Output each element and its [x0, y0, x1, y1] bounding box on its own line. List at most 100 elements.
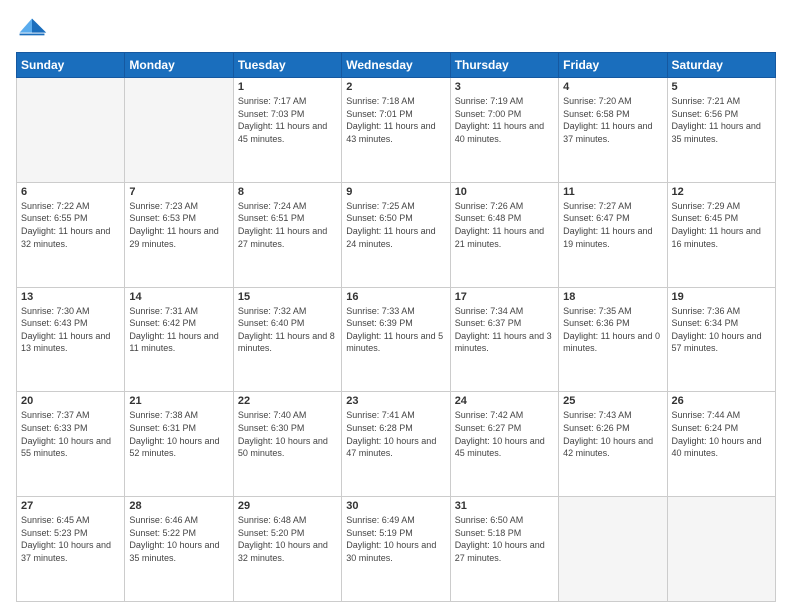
day-number: 17 [455, 291, 554, 303]
day-number: 21 [129, 395, 228, 407]
day-info: Sunrise: 7:18 AMSunset: 7:01 PMDaylight:… [346, 95, 445, 145]
day-number: 30 [346, 500, 445, 512]
calendar-cell: 8 Sunrise: 7:24 AMSunset: 6:51 PMDaylight… [233, 182, 341, 287]
calendar-cell: 28 Sunrise: 6:46 AMSunset: 5:22 PMDayligh… [125, 497, 233, 602]
day-info: Sunrise: 7:35 AMSunset: 6:36 PMDaylight:… [563, 305, 662, 355]
calendar-cell: 26 Sunrise: 7:44 AMSunset: 6:24 PMDayligh… [667, 392, 775, 497]
calendar-cell [125, 78, 233, 183]
day-number: 4 [563, 81, 662, 93]
day-number: 20 [21, 395, 120, 407]
day-number: 12 [672, 186, 771, 198]
week-row-3: 13 Sunrise: 7:30 AMSunset: 6:43 PMDayligh… [17, 287, 776, 392]
day-number: 8 [238, 186, 337, 198]
calendar-cell: 7 Sunrise: 7:23 AMSunset: 6:53 PMDaylight… [125, 182, 233, 287]
day-number: 5 [672, 81, 771, 93]
day-number: 19 [672, 291, 771, 303]
day-info: Sunrise: 7:32 AMSunset: 6:40 PMDaylight:… [238, 305, 337, 355]
day-number: 9 [346, 186, 445, 198]
day-number: 14 [129, 291, 228, 303]
calendar-cell: 18Sunrise: 7:35 AMSunset: 6:36 PMDayligh… [559, 287, 667, 392]
calendar-cell: 4 Sunrise: 7:20 AMSunset: 6:58 PMDaylight… [559, 78, 667, 183]
header [16, 16, 776, 44]
page: SundayMondayTuesdayWednesdayThursdayFrid… [0, 0, 792, 612]
day-number: 1 [238, 81, 337, 93]
day-info: Sunrise: 7:41 AMSunset: 6:28 PMDaylight:… [346, 409, 445, 459]
day-number: 13 [21, 291, 120, 303]
day-info: Sunrise: 7:29 AMSunset: 6:45 PMDaylight:… [672, 200, 771, 250]
calendar-cell: 11 Sunrise: 7:27 AMSunset: 6:47 PMDayligh… [559, 182, 667, 287]
calendar-cell: 5 Sunrise: 7:21 AMSunset: 6:56 PMDaylight… [667, 78, 775, 183]
day-info: Sunrise: 6:49 AMSunset: 5:19 PMDaylight:… [346, 514, 445, 564]
calendar-cell: 15 Sunrise: 7:32 AMSunset: 6:40 PMDayligh… [233, 287, 341, 392]
day-info: Sunrise: 6:50 AMSunset: 5:18 PMDaylight:… [455, 514, 554, 564]
week-row-2: 6 Sunrise: 7:22 AMSunset: 6:55 PMDaylight… [17, 182, 776, 287]
day-info: Sunrise: 6:46 AMSunset: 5:22 PMDaylight:… [129, 514, 228, 564]
weekday-header-saturday: Saturday [667, 53, 775, 78]
day-info: Sunrise: 7:30 AMSunset: 6:43 PMDaylight:… [21, 305, 120, 355]
calendar-cell: 21Sunrise: 7:38 AMSunset: 6:31 PMDayligh… [125, 392, 233, 497]
calendar-cell: 20 Sunrise: 7:37 AMSunset: 6:33 PMDayligh… [17, 392, 125, 497]
day-number: 31 [455, 500, 554, 512]
day-info: Sunrise: 7:23 AMSunset: 6:53 PMDaylight:… [129, 200, 228, 250]
day-info: Sunrise: 7:34 AMSunset: 6:37 PMDaylight:… [455, 305, 554, 355]
day-number: 27 [21, 500, 120, 512]
calendar-cell: 17 Sunrise: 7:34 AMSunset: 6:37 PMDayligh… [450, 287, 558, 392]
calendar-cell: 14 Sunrise: 7:31 AMSunset: 6:42 PMDayligh… [125, 287, 233, 392]
day-number: 6 [21, 186, 120, 198]
day-number: 28 [129, 500, 228, 512]
calendar-cell: 16 Sunrise: 7:33 AMSunset: 6:39 PMDayligh… [342, 287, 450, 392]
calendar-cell: 9 Sunrise: 7:25 AMSunset: 6:50 PMDaylight… [342, 182, 450, 287]
calendar-cell: 31 Sunrise: 6:50 AMSunset: 5:18 PMDayligh… [450, 497, 558, 602]
day-number: 26 [672, 395, 771, 407]
weekday-header-wednesday: Wednesday [342, 53, 450, 78]
day-number: 25 [563, 395, 662, 407]
calendar-cell: 24Sunrise: 7:42 AMSunset: 6:27 PMDayligh… [450, 392, 558, 497]
week-row-1: 1Sunrise: 7:17 AMSunset: 7:03 PMDaylight… [17, 78, 776, 183]
day-number: 24 [455, 395, 554, 407]
day-info: Sunrise: 7:24 AMSunset: 6:51 PMDaylight:… [238, 200, 337, 250]
weekday-header-friday: Friday [559, 53, 667, 78]
calendar-cell: 3 Sunrise: 7:19 AMSunset: 7:00 PMDaylight… [450, 78, 558, 183]
day-number: 16 [346, 291, 445, 303]
calendar-cell [559, 497, 667, 602]
day-info: Sunrise: 7:33 AMSunset: 6:39 PMDaylight:… [346, 305, 445, 355]
day-info: Sunrise: 7:20 AMSunset: 6:58 PMDaylight:… [563, 95, 662, 145]
day-info: Sunrise: 7:43 AMSunset: 6:26 PMDaylight:… [563, 409, 662, 459]
day-info: Sunrise: 7:31 AMSunset: 6:42 PMDaylight:… [129, 305, 228, 355]
day-info: Sunrise: 7:27 AMSunset: 6:47 PMDaylight:… [563, 200, 662, 250]
day-info: Sunrise: 7:40 AMSunset: 6:30 PMDaylight:… [238, 409, 337, 459]
day-info: Sunrise: 6:45 AMSunset: 5:23 PMDaylight:… [21, 514, 120, 564]
calendar-cell: 1Sunrise: 7:17 AMSunset: 7:03 PMDaylight… [233, 78, 341, 183]
day-info: Sunrise: 7:36 AMSunset: 6:34 PMDaylight:… [672, 305, 771, 355]
calendar-cell [17, 78, 125, 183]
day-info: Sunrise: 7:19 AMSunset: 7:00 PMDaylight:… [455, 95, 554, 145]
day-number: 15 [238, 291, 337, 303]
day-info: Sunrise: 7:25 AMSunset: 6:50 PMDaylight:… [346, 200, 445, 250]
day-number: 10 [455, 186, 554, 198]
weekday-header-thursday: Thursday [450, 53, 558, 78]
day-info: Sunrise: 7:44 AMSunset: 6:24 PMDaylight:… [672, 409, 771, 459]
calendar-table: SundayMondayTuesdayWednesdayThursdayFrid… [16, 52, 776, 602]
calendar-cell: 23 Sunrise: 7:41 AMSunset: 6:28 PMDayligh… [342, 392, 450, 497]
day-info: Sunrise: 7:21 AMSunset: 6:56 PMDaylight:… [672, 95, 771, 145]
weekday-header-sunday: Sunday [17, 53, 125, 78]
day-number: 7 [129, 186, 228, 198]
weekday-header-tuesday: Tuesday [233, 53, 341, 78]
day-info: Sunrise: 7:37 AMSunset: 6:33 PMDaylight:… [21, 409, 120, 459]
logo-icon [16, 16, 48, 44]
week-row-5: 27 Sunrise: 6:45 AMSunset: 5:23 PMDayligh… [17, 497, 776, 602]
day-number: 11 [563, 186, 662, 198]
calendar-cell: 10Sunrise: 7:26 AMSunset: 6:48 PMDayligh… [450, 182, 558, 287]
day-number: 3 [455, 81, 554, 93]
day-info: Sunrise: 6:48 AMSunset: 5:20 PMDaylight:… [238, 514, 337, 564]
calendar-cell: 25 Sunrise: 7:43 AMSunset: 6:26 PMDayligh… [559, 392, 667, 497]
day-number: 2 [346, 81, 445, 93]
calendar-cell: 13 Sunrise: 7:30 AMSunset: 6:43 PMDayligh… [17, 287, 125, 392]
calendar-cell: 19 Sunrise: 7:36 AMSunset: 6:34 PMDayligh… [667, 287, 775, 392]
day-number: 29 [238, 500, 337, 512]
calendar-cell: 22Sunrise: 7:40 AMSunset: 6:30 PMDayligh… [233, 392, 341, 497]
week-row-4: 20 Sunrise: 7:37 AMSunset: 6:33 PMDayligh… [17, 392, 776, 497]
calendar-cell [667, 497, 775, 602]
day-number: 23 [346, 395, 445, 407]
day-info: Sunrise: 7:22 AMSunset: 6:55 PMDaylight:… [21, 200, 120, 250]
